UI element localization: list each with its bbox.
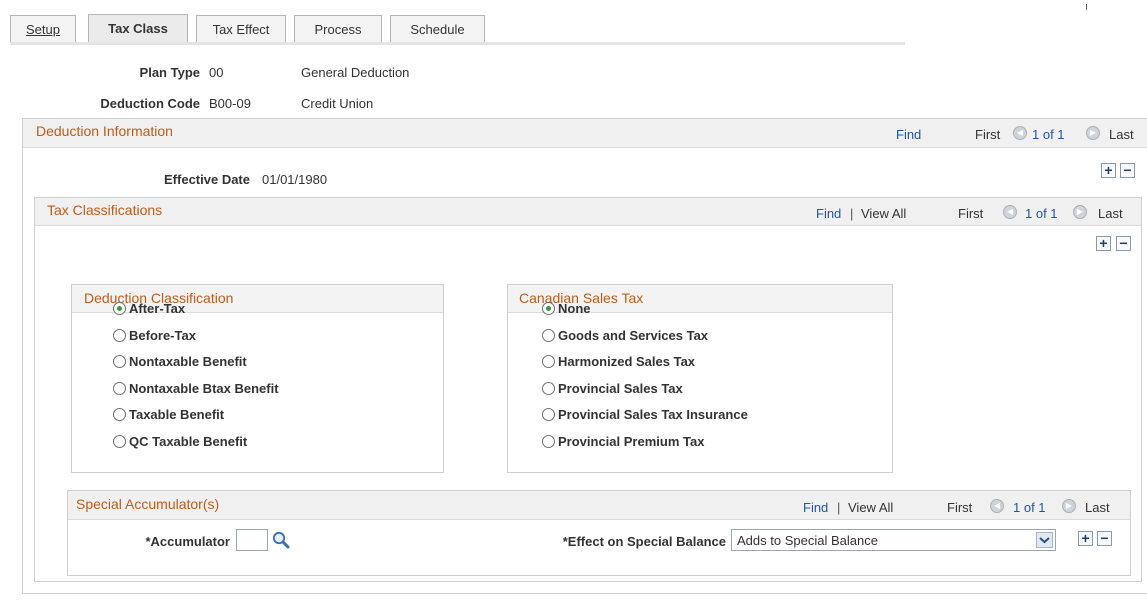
deduction-code-value: B00-09 xyxy=(209,96,251,111)
special-acc-delete-row-button[interactable]: − xyxy=(1097,531,1112,546)
radio-before-tax[interactable]: Before-Tax xyxy=(113,328,196,343)
tab-tax-class-label: Tax Class xyxy=(108,21,168,36)
radio-selected-icon xyxy=(113,302,126,315)
radio-nontaxable-benefit-label: Nontaxable Benefit xyxy=(129,354,247,369)
special-acc-view-all-link[interactable]: View All xyxy=(848,500,893,515)
tab-process[interactable]: Process xyxy=(294,15,382,42)
tax-class-separator: | xyxy=(850,206,854,221)
arrow-left-icon[interactable]: ◀ xyxy=(990,499,1004,513)
arrow-left-icon[interactable]: ◀ xyxy=(1003,205,1017,219)
deduction-info-count: 1 of 1 xyxy=(1032,127,1065,142)
tax-classifications-title: Tax Classifications xyxy=(47,202,163,218)
radio-provincial-sales-tax-insurance-label: Provincial Sales Tax Insurance xyxy=(558,407,748,422)
tax-class-find-link[interactable]: Find xyxy=(816,206,841,221)
accumulator-label: *Accumulator xyxy=(145,534,230,549)
chevron-down-icon[interactable] xyxy=(1036,532,1053,548)
tax-class-view-all-link[interactable]: View All xyxy=(861,206,906,221)
deduction-info-find-link[interactable]: Find xyxy=(896,127,921,142)
tax-class-delete-row-button[interactable]: − xyxy=(1116,236,1131,251)
special-accumulators-title: Special Accumulator(s) xyxy=(76,496,220,512)
radio-unselected-icon xyxy=(542,435,555,448)
radio-unselected-icon xyxy=(542,382,555,395)
effect-on-special-balance-select[interactable]: Adds to Special Balance xyxy=(731,529,1056,551)
radio-unselected-icon xyxy=(113,355,126,368)
special-acc-last-label: Last xyxy=(1085,500,1110,515)
radio-none-label: None xyxy=(558,301,591,316)
arrow-right-icon[interactable]: ▶ xyxy=(1086,126,1100,140)
tab-tax-effect-label: Tax Effect xyxy=(212,21,270,37)
radio-unselected-icon xyxy=(113,329,126,342)
tab-tax-class[interactable]: Tax Class xyxy=(88,14,188,42)
tab-setup-label: Setup xyxy=(26,21,60,37)
deduction-info-add-row-button[interactable]: + xyxy=(1101,163,1116,178)
tab-strip-underline xyxy=(10,42,905,45)
effect-selected-value: Adds to Special Balance xyxy=(737,533,878,548)
tab-tax-effect[interactable]: Tax Effect xyxy=(196,15,286,42)
radio-after-tax[interactable]: After-Tax xyxy=(113,301,185,316)
tax-class-count: 1 of 1 xyxy=(1025,206,1058,221)
tab-process-label: Process xyxy=(314,21,362,37)
radio-provincial-sales-tax-insurance[interactable]: Provincial Sales Tax Insurance xyxy=(542,407,748,422)
tax-class-last-label: Last xyxy=(1098,206,1123,221)
radio-unselected-icon xyxy=(113,382,126,395)
special-acc-find-link[interactable]: Find xyxy=(803,500,828,515)
arrow-right-icon[interactable]: ▶ xyxy=(1062,499,1076,513)
effective-date-value: 01/01/1980 xyxy=(262,172,328,187)
effect-on-special-balance-label: *Effect on Special Balance xyxy=(562,534,726,549)
radio-selected-icon xyxy=(542,302,555,315)
arrow-right-icon[interactable]: ▶ xyxy=(1073,205,1087,219)
accumulator-input[interactable] xyxy=(236,529,268,551)
window-corner-mark xyxy=(1086,4,1087,10)
radio-provincial-sales-tax[interactable]: Provincial Sales Tax xyxy=(542,381,683,396)
radio-qc-taxable-benefit-label: QC Taxable Benefit xyxy=(129,434,248,449)
tab-schedule[interactable]: Schedule xyxy=(390,15,485,42)
plan-type-code: 00 xyxy=(209,65,224,80)
effective-date-label: Effective Date xyxy=(164,172,250,187)
radio-none[interactable]: None xyxy=(542,301,591,316)
radio-goods-and-services-tax-label: Goods and Services Tax xyxy=(558,328,709,343)
radio-nontaxable-btax-benefit-label: Nontaxable Btax Benefit xyxy=(129,381,279,396)
radio-provincial-premium-tax[interactable]: Provincial Premium Tax xyxy=(542,434,704,449)
radio-nontaxable-btax-benefit[interactable]: Nontaxable Btax Benefit xyxy=(113,381,279,396)
radio-provincial-sales-tax-label: Provincial Sales Tax xyxy=(558,381,683,396)
radio-harmonized-sales-tax[interactable]: Harmonized Sales Tax xyxy=(542,354,695,369)
tax-class-add-row-button[interactable]: + xyxy=(1096,236,1111,251)
special-acc-first-label: First xyxy=(947,500,973,515)
radio-unselected-icon xyxy=(542,329,555,342)
radio-qc-taxable-benefit[interactable]: QC Taxable Benefit xyxy=(113,434,247,449)
deduction-information-title: Deduction Information xyxy=(36,123,173,139)
special-acc-separator: | xyxy=(837,500,841,515)
radio-nontaxable-benefit[interactable]: Nontaxable Benefit xyxy=(113,354,247,369)
radio-after-tax-label: After-Tax xyxy=(129,301,186,316)
radio-unselected-icon xyxy=(113,408,126,421)
plan-type-description: General Deduction xyxy=(301,65,410,80)
search-icon[interactable] xyxy=(271,530,291,550)
deduction-info-first-label: First xyxy=(975,127,1001,142)
radio-harmonized-sales-tax-label: Harmonized Sales Tax xyxy=(558,354,696,369)
radio-before-tax-label: Before-Tax xyxy=(129,328,196,343)
deduction-code-description: Credit Union xyxy=(301,96,374,111)
deduction-info-last-label: Last xyxy=(1109,127,1134,142)
arrow-left-icon[interactable]: ◀ xyxy=(1013,126,1027,140)
radio-unselected-icon xyxy=(113,435,126,448)
radio-unselected-icon xyxy=(542,408,555,421)
special-acc-count: 1 of 1 xyxy=(1013,500,1046,515)
deduction-code-label: Deduction Code xyxy=(100,96,200,111)
radio-goods-and-services-tax[interactable]: Goods and Services Tax xyxy=(542,328,708,343)
tab-schedule-label: Schedule xyxy=(410,21,465,37)
plan-type-label: Plan Type xyxy=(139,65,200,80)
deduction-info-delete-row-button[interactable]: − xyxy=(1120,163,1135,178)
special-acc-add-row-button[interactable]: + xyxy=(1078,531,1093,546)
radio-taxable-benefit[interactable]: Taxable Benefit xyxy=(113,407,224,422)
radio-unselected-icon xyxy=(542,355,555,368)
tax-class-first-label: First xyxy=(958,206,984,221)
tab-setup[interactable]: Setup xyxy=(10,15,76,42)
radio-provincial-premium-tax-label: Provincial Premium Tax xyxy=(558,434,705,449)
radio-taxable-benefit-label: Taxable Benefit xyxy=(129,407,225,422)
